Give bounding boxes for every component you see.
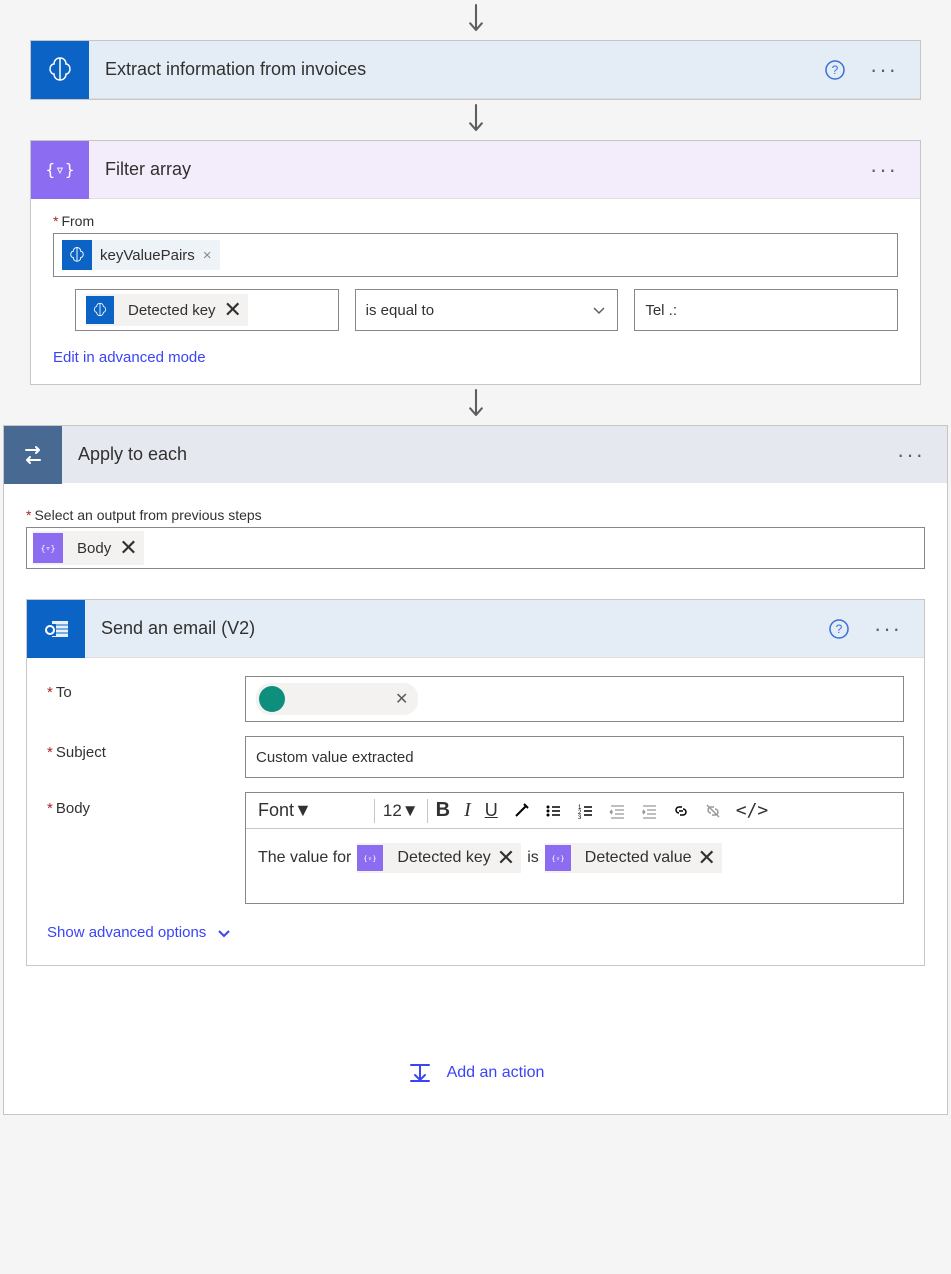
rte-code[interactable]: </> (730, 798, 775, 823)
subject-input[interactable]: Custom value extracted (245, 736, 904, 778)
step-apply-to-each: Apply to each ··· Select an output from … (3, 425, 948, 1115)
filter-icon: {▿} (33, 533, 63, 563)
token-remove[interactable]: × (203, 247, 212, 264)
svg-text:{▿}: {▿} (551, 854, 564, 863)
to-input[interactable]: ✕ (245, 676, 904, 722)
output-label: Select an output from previous steps (26, 507, 925, 523)
token-remove[interactable]: ✕ (698, 845, 716, 871)
svg-text:{▿}: {▿} (364, 854, 377, 863)
body-label: Body (47, 792, 245, 904)
condition-operator[interactable]: is equal to (355, 289, 619, 331)
token-label: Detected key (397, 849, 490, 867)
svg-text:?: ? (836, 622, 843, 636)
edit-advanced-link[interactable]: Edit in advanced mode (53, 349, 206, 366)
connector-arrow (0, 385, 951, 425)
token-label: Detected value (585, 849, 692, 867)
condition-right[interactable]: Tel .: (634, 289, 898, 331)
rte-outdent[interactable] (602, 800, 632, 822)
connector-arrow (0, 0, 951, 40)
condition-right-value: Tel .: (645, 302, 677, 319)
rte-color[interactable] (506, 800, 536, 822)
step-filter-array[interactable]: {▿} Filter array ··· From keyValuePairs … (30, 140, 921, 385)
chevron-down-icon (591, 302, 607, 318)
body-text: is (527, 849, 539, 867)
rte-indent[interactable] (634, 800, 664, 822)
more-menu[interactable]: ··· (897, 442, 925, 468)
svg-text:{▿}: {▿} (46, 160, 74, 179)
token-remove[interactable]: ✕ (224, 297, 242, 323)
token-label: Body (77, 540, 111, 557)
rte-numbers[interactable]: 123 (570, 800, 600, 822)
show-advanced-link[interactable]: Show advanced options (47, 924, 904, 941)
rte-underline[interactable]: U (479, 798, 504, 823)
connector-arrow (0, 100, 951, 140)
token-detected-value[interactable]: {▿} Detected value ✕ (545, 843, 722, 873)
step-title: Apply to each (62, 444, 897, 465)
rte-bold[interactable]: B (430, 797, 456, 824)
token-keyvaluepairs[interactable]: keyValuePairs × (62, 240, 220, 270)
svg-text:?: ? (832, 63, 839, 77)
rte-link[interactable] (666, 800, 696, 822)
token-remove[interactable]: ✕ (119, 535, 137, 561)
from-label: From (53, 213, 898, 229)
condition-left[interactable]: Detected key ✕ (75, 289, 339, 331)
more-menu[interactable]: ··· (870, 57, 898, 83)
step-title: Send an email (V2) (85, 618, 828, 639)
body-editor[interactable]: Font▼ 12 ▼ B I U 123 (245, 792, 904, 904)
rte-unlink[interactable] (698, 800, 728, 822)
filter-icon: {▿} (357, 845, 383, 871)
rte-font[interactable]: Font▼ (252, 798, 372, 823)
body-text: The value for (258, 849, 351, 867)
rte-size[interactable]: 12 ▼ (377, 799, 425, 823)
token-label: keyValuePairs (100, 247, 195, 264)
each-output-input[interactable]: {▿} Body ✕ (26, 527, 925, 569)
token-remove[interactable]: ✕ (497, 845, 515, 871)
filter-icon: {▿} (545, 845, 571, 871)
step-send-email[interactable]: Send an email (V2) ? ··· To (26, 599, 925, 966)
rte-bullets[interactable] (538, 800, 568, 822)
brain-icon (31, 41, 89, 99)
outlook-icon (27, 600, 85, 658)
avatar (259, 686, 285, 712)
more-menu[interactable]: ··· (874, 616, 902, 642)
token-detected-key[interactable]: {▿} Detected key ✕ (357, 843, 521, 873)
filter-icon: {▿} (31, 141, 89, 199)
brain-icon (86, 296, 114, 324)
subject-value: Custom value extracted (256, 749, 414, 766)
from-input[interactable]: keyValuePairs × (53, 233, 898, 277)
more-menu[interactable]: ··· (870, 157, 898, 183)
recipient-pill[interactable]: ✕ (256, 683, 418, 715)
step-extract-invoices[interactable]: Extract information from invoices ? ··· (30, 40, 921, 100)
svg-text:{▿}: {▿} (40, 543, 55, 553)
help-icon[interactable]: ? (824, 59, 846, 81)
to-label: To (47, 676, 245, 722)
brain-icon (62, 240, 92, 270)
add-action-button[interactable]: Add an action (26, 1060, 925, 1086)
chevron-down-icon (216, 925, 232, 941)
step-title: Extract information from invoices (89, 59, 824, 80)
step-title: Filter array (89, 159, 870, 180)
subject-label: Subject (47, 736, 245, 778)
rte-italic[interactable]: I (458, 797, 477, 824)
add-action-icon (407, 1060, 433, 1086)
svg-text:3: 3 (578, 815, 582, 820)
help-icon[interactable]: ? (828, 618, 850, 640)
token-label: Detected key (128, 302, 216, 319)
recipient-remove[interactable]: ✕ (395, 689, 408, 709)
loop-icon (4, 426, 62, 484)
operator-value: is equal to (366, 302, 434, 319)
